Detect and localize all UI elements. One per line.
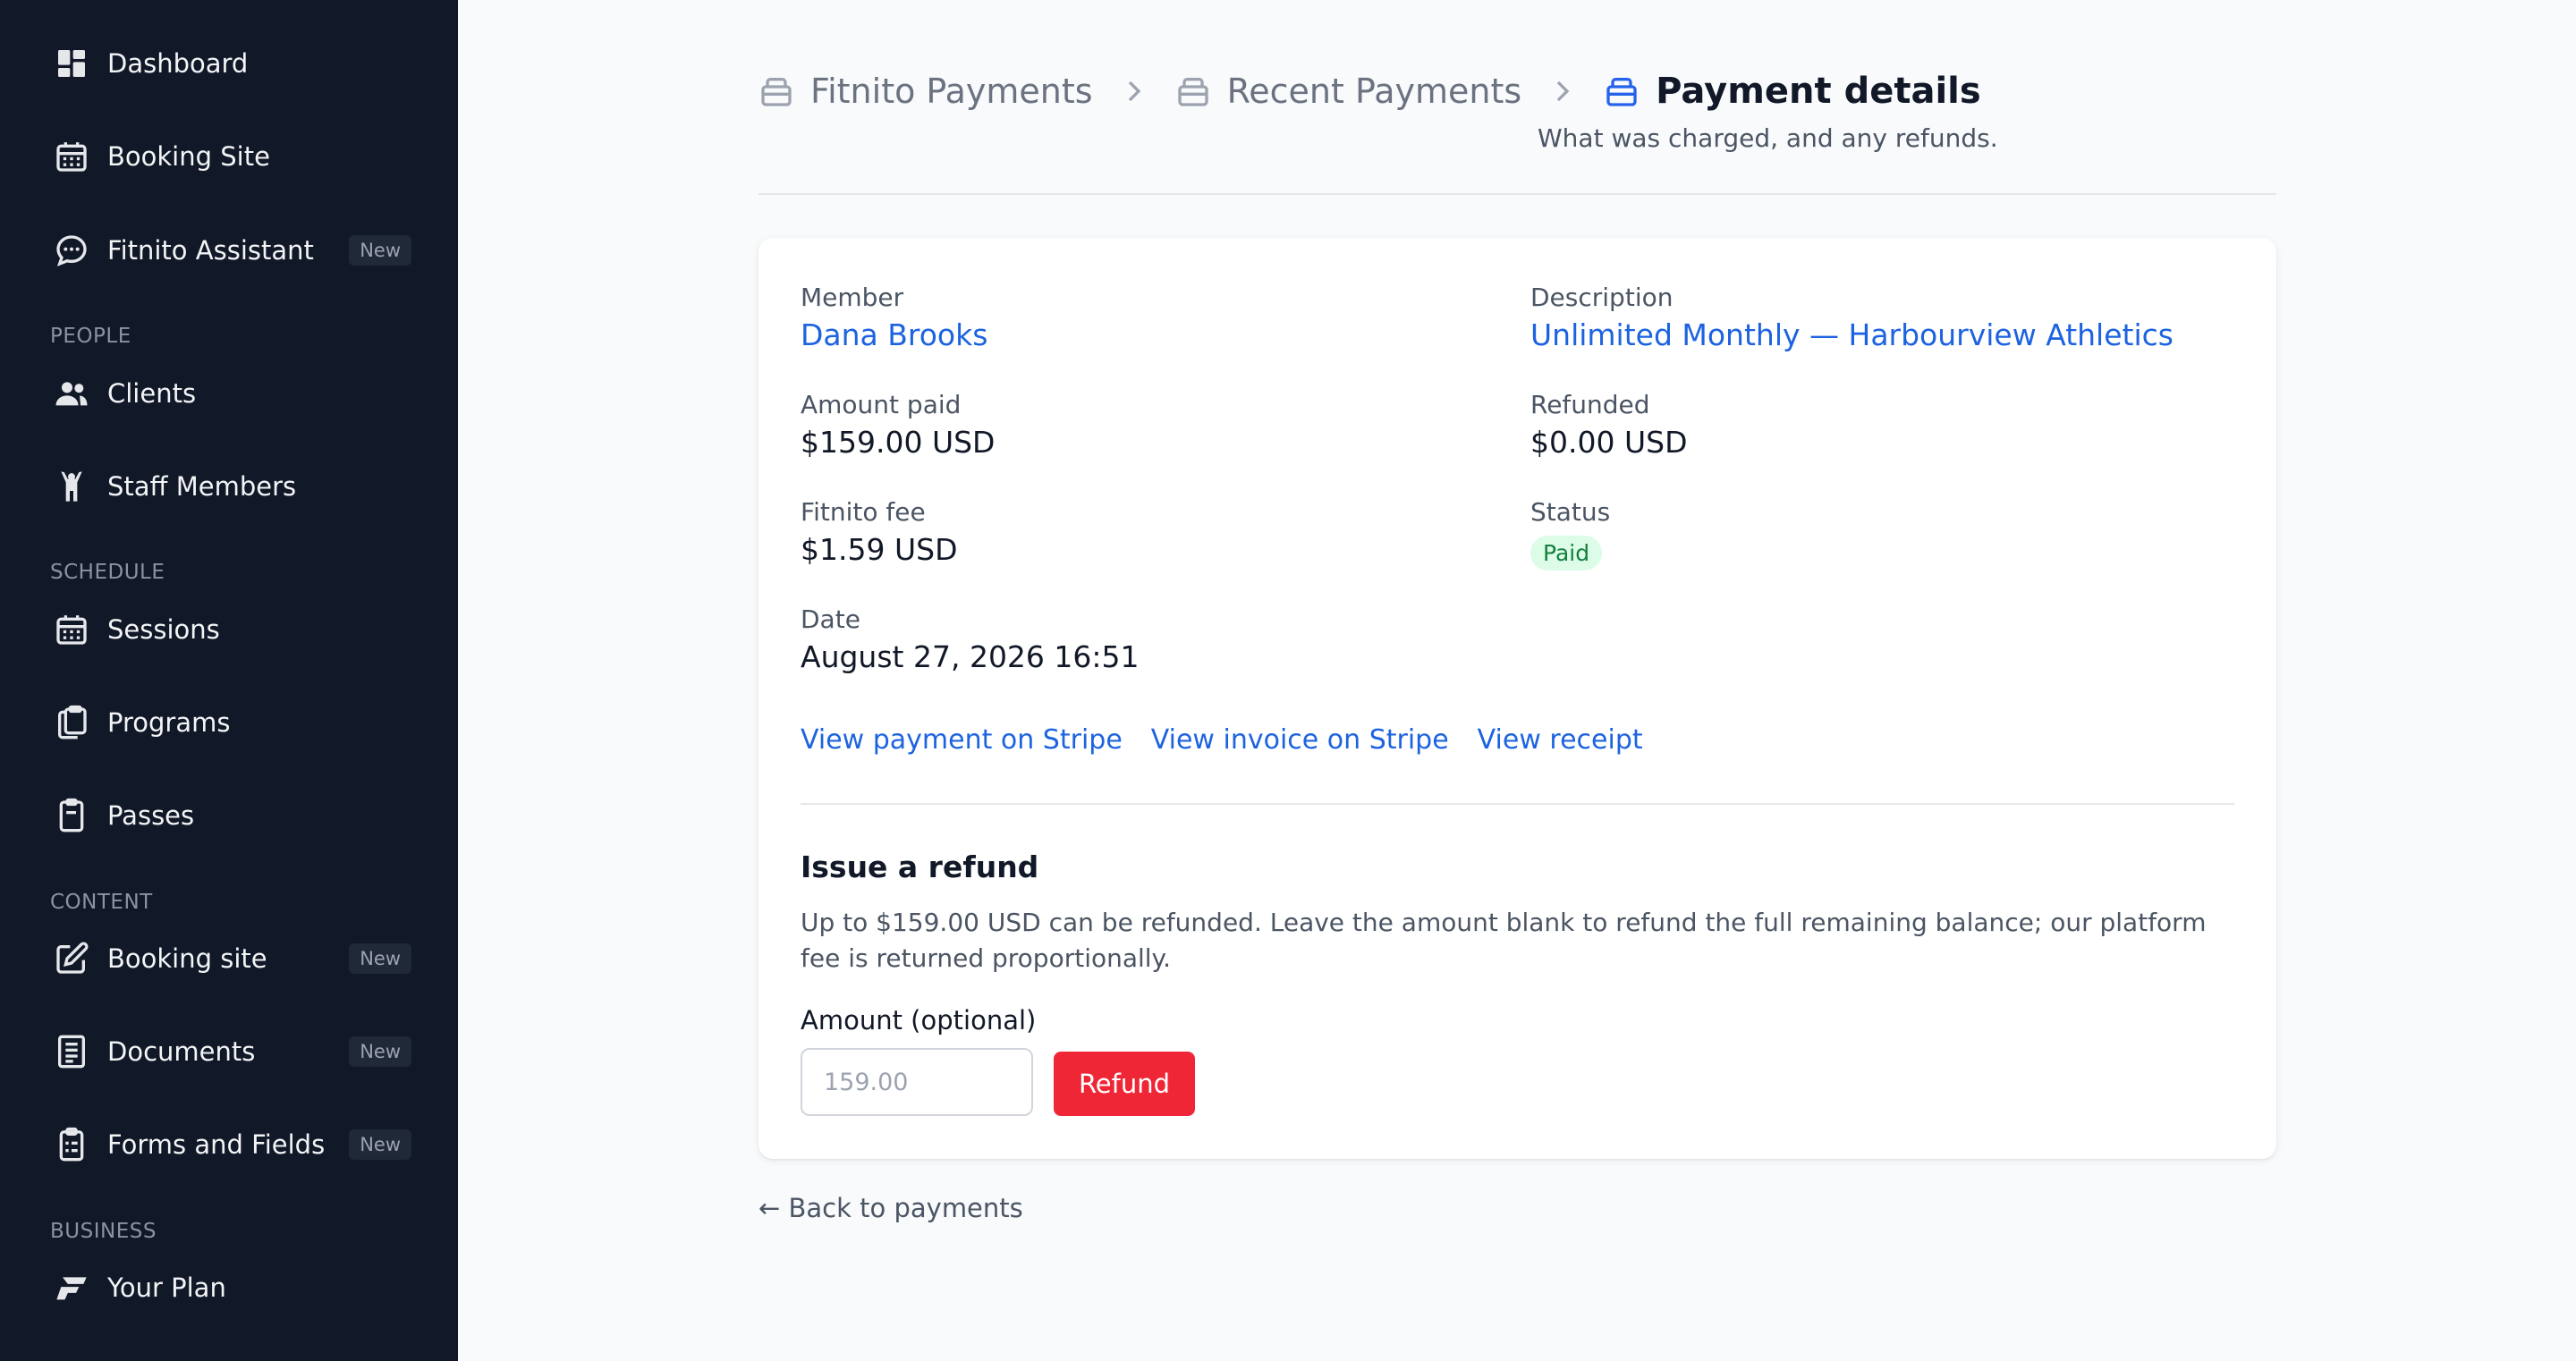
amount-paid-value: $159.00 USD [801,425,996,460]
amount-paid-label: Amount paid [801,390,962,419]
clipboard-icon [52,796,91,835]
chevron-right-icon [1545,73,1580,109]
refunded-value: $0.00 USD [1530,425,1688,460]
sidebar-item-sessions[interactable]: Sessions [52,601,410,658]
sidebar-item-passes[interactable]: Passes [52,787,410,844]
fee-label: Fitnito fee [801,497,926,527]
chevron-right-icon [1116,73,1152,109]
sidebar-item-your-plan[interactable]: Your Plan [52,1259,410,1316]
page-subtitle: What was charged, and any refunds. [1538,123,1998,153]
page-title: Payment details [1656,71,1981,112]
fitnito-logo-icon [52,1268,91,1307]
status-badge: Paid [1530,536,1603,571]
status-label: Status [1530,497,1611,527]
document-icon [52,1032,91,1071]
sidebar-item-dashboard[interactable]: Dashboard [52,35,410,92]
refund-button[interactable]: Refund [1054,1052,1195,1116]
users-icon [52,374,91,413]
breadcrumb-label: Recent Payments [1226,72,1522,111]
calendar-icon [52,137,91,176]
view-invoice-on-stripe-link[interactable]: View invoice on Stripe [1151,724,1449,756]
breadcrumb-recent-payments[interactable]: Recent Payments [1175,72,1522,111]
refunded-label: Refunded [1530,390,1650,419]
section-label-schedule: SCHEDULE [50,561,165,584]
date-value: August 27, 2026 16:51 [801,639,1140,674]
sidebar-item-clients[interactable]: Clients [52,365,410,422]
external-links: View payment on Stripe View invoice on S… [801,724,1643,756]
sidebar-item-label: Booking Site [107,141,270,172]
payment-details-card: Member Dana Brooks Description Unlimited… [758,238,2276,1159]
section-label-content: CONTENT [50,891,153,914]
section-label-people: PEOPLE [50,325,131,348]
sidebar-item-label: Dashboard [107,48,249,79]
date-label: Date [801,604,860,634]
sidebar-item-label: Booking site [107,943,267,974]
section-label-business: BUSINESS [50,1220,157,1243]
sidebar-item-label: Clients [107,378,197,409]
main-content: Fitnito Payments Recent Payments Payment… [458,0,2576,1361]
clipboard-stack-icon [52,703,91,742]
breadcrumb-fitnito-payments[interactable]: Fitnito Payments [758,72,1093,111]
dashboard-icon [52,44,91,83]
payments-icon [1175,73,1211,109]
chat-bubble-icon [52,231,91,270]
breadcrumb-payment-details: Payment details [1604,71,1981,112]
new-badge: New [349,1129,411,1160]
sidebar-item-documents[interactable]: Documents New [52,1023,411,1080]
amount-label: Amount (optional) [801,1005,1037,1036]
sidebar-item-booking-site-content[interactable]: Booking site New [52,930,411,987]
card-divider [801,803,2234,805]
fee-value: $1.59 USD [801,532,958,567]
clipboard-list-icon [52,1125,91,1164]
person-raised-arms-icon [52,467,91,506]
status-field: Status Paid [1530,497,1610,571]
sidebar-item-forms-and-fields[interactable]: Forms and Fields New [52,1116,411,1173]
breadcrumb: Fitnito Payments Recent Payments Payment… [758,63,1981,120]
view-payment-on-stripe-link[interactable]: View payment on Stripe [801,724,1123,756]
description-link[interactable]: Unlimited Monthly — Harbourview Athletic… [1530,317,2174,352]
member-label: Member [801,283,904,312]
sidebar-item-label: Passes [107,800,195,831]
refund-description: Up to $159.00 USD can be refunded. Leave… [801,908,2207,973]
sidebar-item-label: Fitnito Assistant [107,235,314,266]
new-badge: New [349,1036,411,1067]
sidebar-item-label: Documents [107,1036,256,1067]
sidebar-item-programs[interactable]: Programs [52,694,410,751]
back-to-payments-link[interactable]: ← Back to payments [758,1193,1023,1223]
view-receipt-link[interactable]: View receipt [1478,724,1643,756]
sidebar-item-staff-members[interactable]: Staff Members [52,458,410,515]
fee-field: Fitnito fee $1.59 USD [801,497,957,567]
sidebar-item-label: Staff Members [107,471,297,502]
payments-icon [1604,73,1640,109]
sidebar-item-label: Sessions [107,614,220,645]
description-field: Description Unlimited Monthly — Harbourv… [1530,283,2174,352]
calendar-icon [52,610,91,649]
date-field: Date August 27, 2026 16:51 [801,604,1140,674]
header-divider [758,193,2276,195]
description-label: Description [1530,283,1674,312]
sidebar-item-label: Programs [107,707,231,738]
refunded-field: Refunded $0.00 USD [1530,390,1687,460]
payments-icon [758,73,794,109]
sidebar-item-fitnito-assistant[interactable]: Fitnito Assistant New [52,222,411,279]
new-badge: New [349,943,411,974]
amount-paid-field: Amount paid $159.00 USD [801,390,995,460]
sidebar: Dashboard Booking Site Fitnito Assistant… [0,0,458,1361]
sidebar-item-label: Forms and Fields [107,1129,326,1160]
refund-section-title: Issue a refund [801,850,1039,884]
new-badge: New [349,235,411,266]
member-field: Member Dana Brooks [801,283,987,352]
sidebar-item-label: Your Plan [107,1272,226,1303]
breadcrumb-label: Fitnito Payments [810,72,1093,111]
sidebar-item-booking-site[interactable]: Booking Site [52,128,410,185]
edit-square-icon [52,939,91,978]
member-link[interactable]: Dana Brooks [801,317,987,352]
refund-amount-input[interactable] [801,1048,1033,1116]
